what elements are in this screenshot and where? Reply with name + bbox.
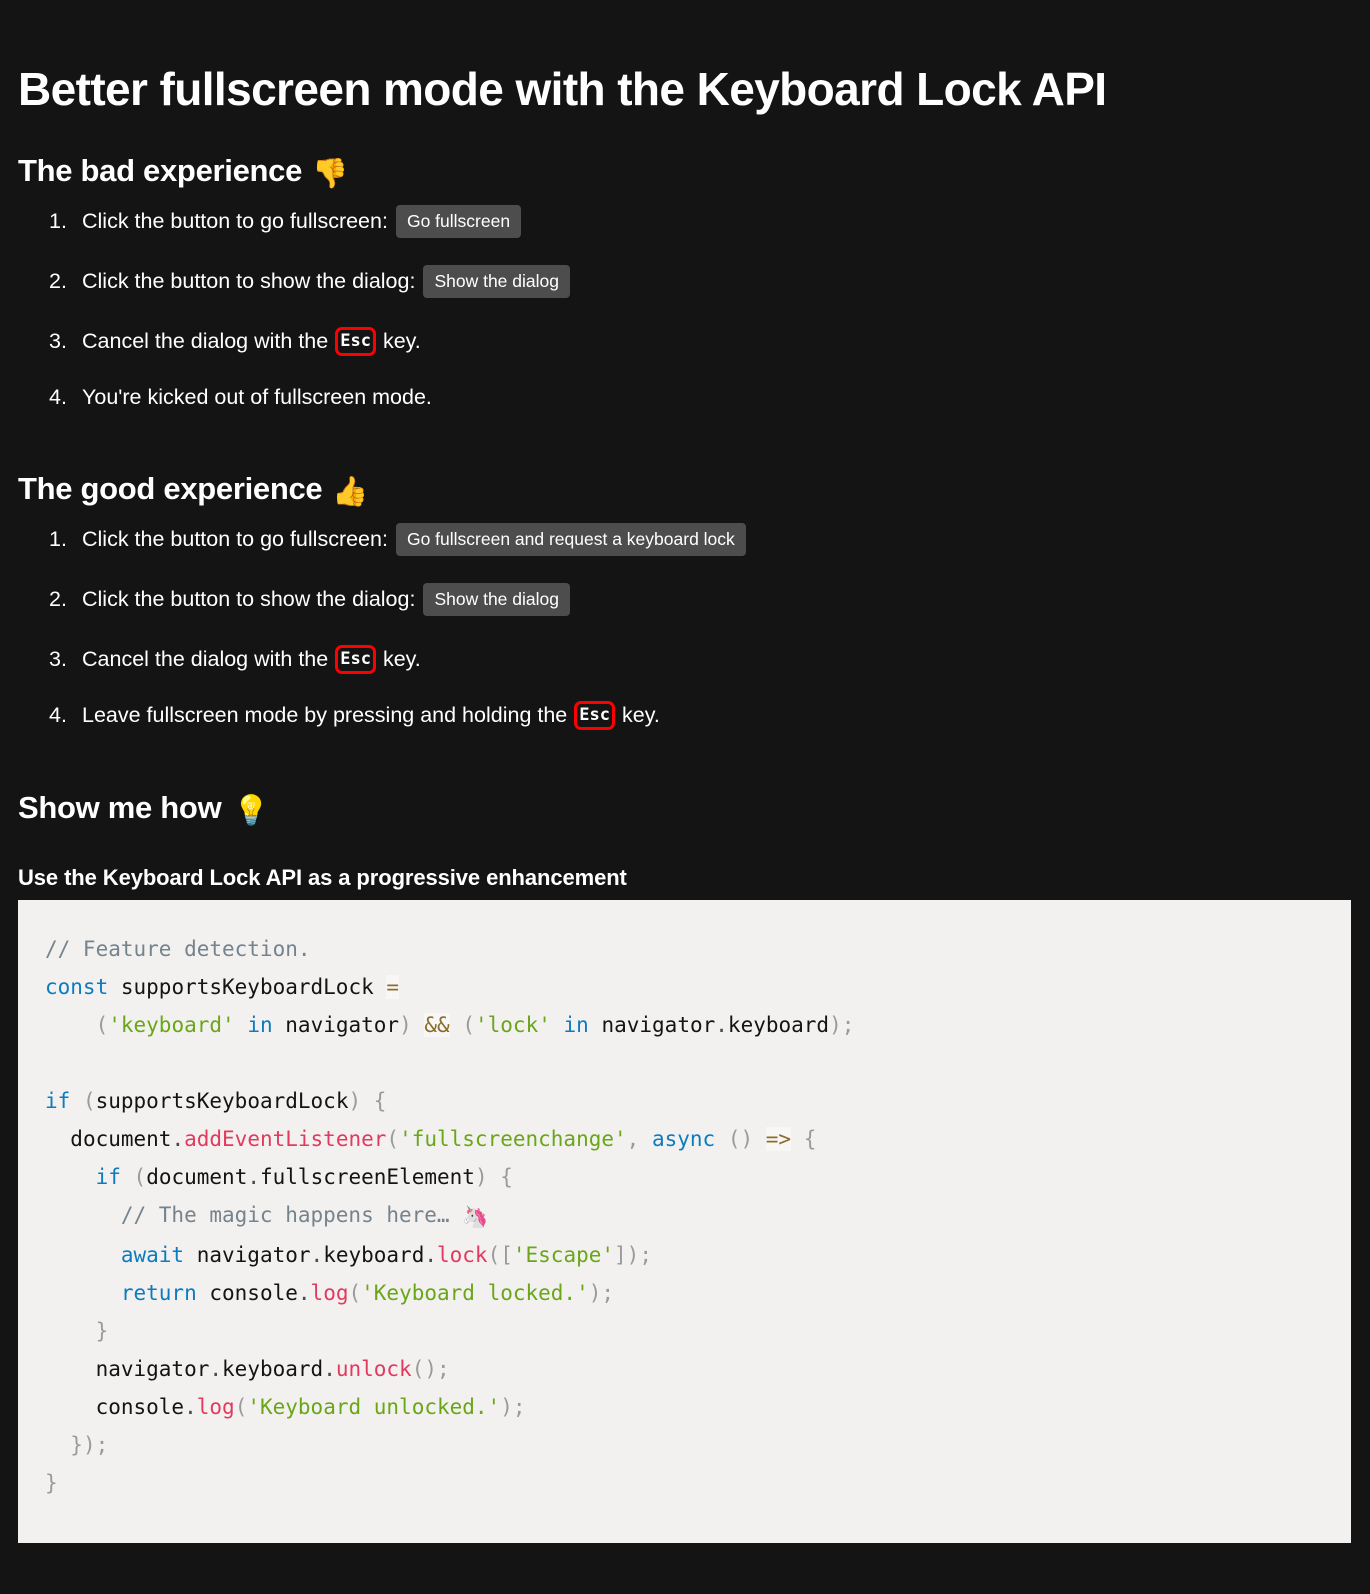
list-item-number: 2. <box>49 269 67 293</box>
list-item: 4. Leave fullscreen mode by pressing and… <box>0 694 1340 736</box>
thumbs-down-emoji: 👎 <box>312 155 348 190</box>
list-item-text-after: key. <box>382 329 421 353</box>
list-item-number: 2. <box>49 587 67 611</box>
bad-experience-list: 1. Click the button to go fullscreen: Go… <box>0 200 1340 418</box>
page-title: Better fullscreen mode with the Keyboard… <box>18 62 1107 115</box>
list-item-number: 3. <box>49 329 67 353</box>
list-item: 4. You're kicked out of fullscreen mode. <box>0 376 1340 418</box>
list-item-number: 1. <box>49 209 67 233</box>
list-item-text: Click the button to go fullscreen: <box>82 209 388 233</box>
thumbs-up-emoji: 👍 <box>332 473 369 508</box>
list-item: 1. Click the button to go fullscreen: Go… <box>0 200 1340 242</box>
list-item-text: Click the button to show the dialog: <box>82 587 416 611</box>
kbd-escape-key: Esc <box>335 326 376 356</box>
list-item: 3. Cancel the dialog with the Esc key. <box>0 320 1340 362</box>
good-experience-list: 1. Click the button to go fullscreen: Go… <box>0 518 1340 736</box>
section-heading-good-experience: The good experience 👍 <box>18 469 369 511</box>
list-item: 2. Click the button to show the dialog: … <box>0 578 1340 620</box>
section-heading-bad-experience: The bad experience 👎 <box>18 151 348 193</box>
light-bulb-emoji: 💡 <box>233 792 270 827</box>
section-heading-show-me-how-label: Show me how <box>18 789 222 825</box>
list-item-text: Click the button to show the dialog: <box>82 269 416 293</box>
list-item: 2. Click the button to show the dialog: … <box>0 260 1340 302</box>
code-content: // Feature detection. const supportsKeyb… <box>45 937 855 1495</box>
list-item-number: 4. <box>49 385 67 409</box>
list-item-text: Click the button to go fullscreen: <box>82 527 388 551</box>
go-fullscreen-button[interactable]: Go fullscreen <box>395 204 522 238</box>
list-item-text: You're kicked out of fullscreen mode. <box>82 385 432 409</box>
list-item-text: Leave fullscreen mode by pressing and ho… <box>82 703 568 727</box>
kbd-escape-key: Esc <box>574 700 615 730</box>
section-heading-good-label: The good experience <box>18 470 323 506</box>
section-heading-bad-label: The bad experience <box>18 152 303 188</box>
list-item-number: 1. <box>49 527 67 551</box>
show-the-dialog-button[interactable]: Show the dialog <box>423 264 570 298</box>
go-fullscreen-keyboard-lock-button[interactable]: Go fullscreen and request a keyboard loc… <box>395 522 746 556</box>
list-item-text: Cancel the dialog with the <box>82 329 329 353</box>
list-item-text: Cancel the dialog with the <box>82 647 329 671</box>
page-root: Better fullscreen mode with the Keyboard… <box>0 0 1370 1594</box>
list-item-text-after: key. <box>621 703 660 727</box>
section-heading-show-me-how: Show me how 💡 <box>18 788 270 830</box>
list-item: 3. Cancel the dialog with the Esc key. <box>0 638 1340 680</box>
kbd-escape-key: Esc <box>335 644 376 674</box>
show-the-dialog-button[interactable]: Show the dialog <box>423 582 570 616</box>
code-block: // Feature detection. const supportsKeyb… <box>18 900 1351 1543</box>
subheading-progressive-enhancement: Use the Keyboard Lock API as a progressi… <box>18 865 627 890</box>
list-item: 1. Click the button to go fullscreen: Go… <box>0 518 1340 560</box>
list-item-number: 3. <box>49 647 67 671</box>
list-item-text-after: key. <box>382 647 421 671</box>
list-item-number: 4. <box>49 703 67 727</box>
